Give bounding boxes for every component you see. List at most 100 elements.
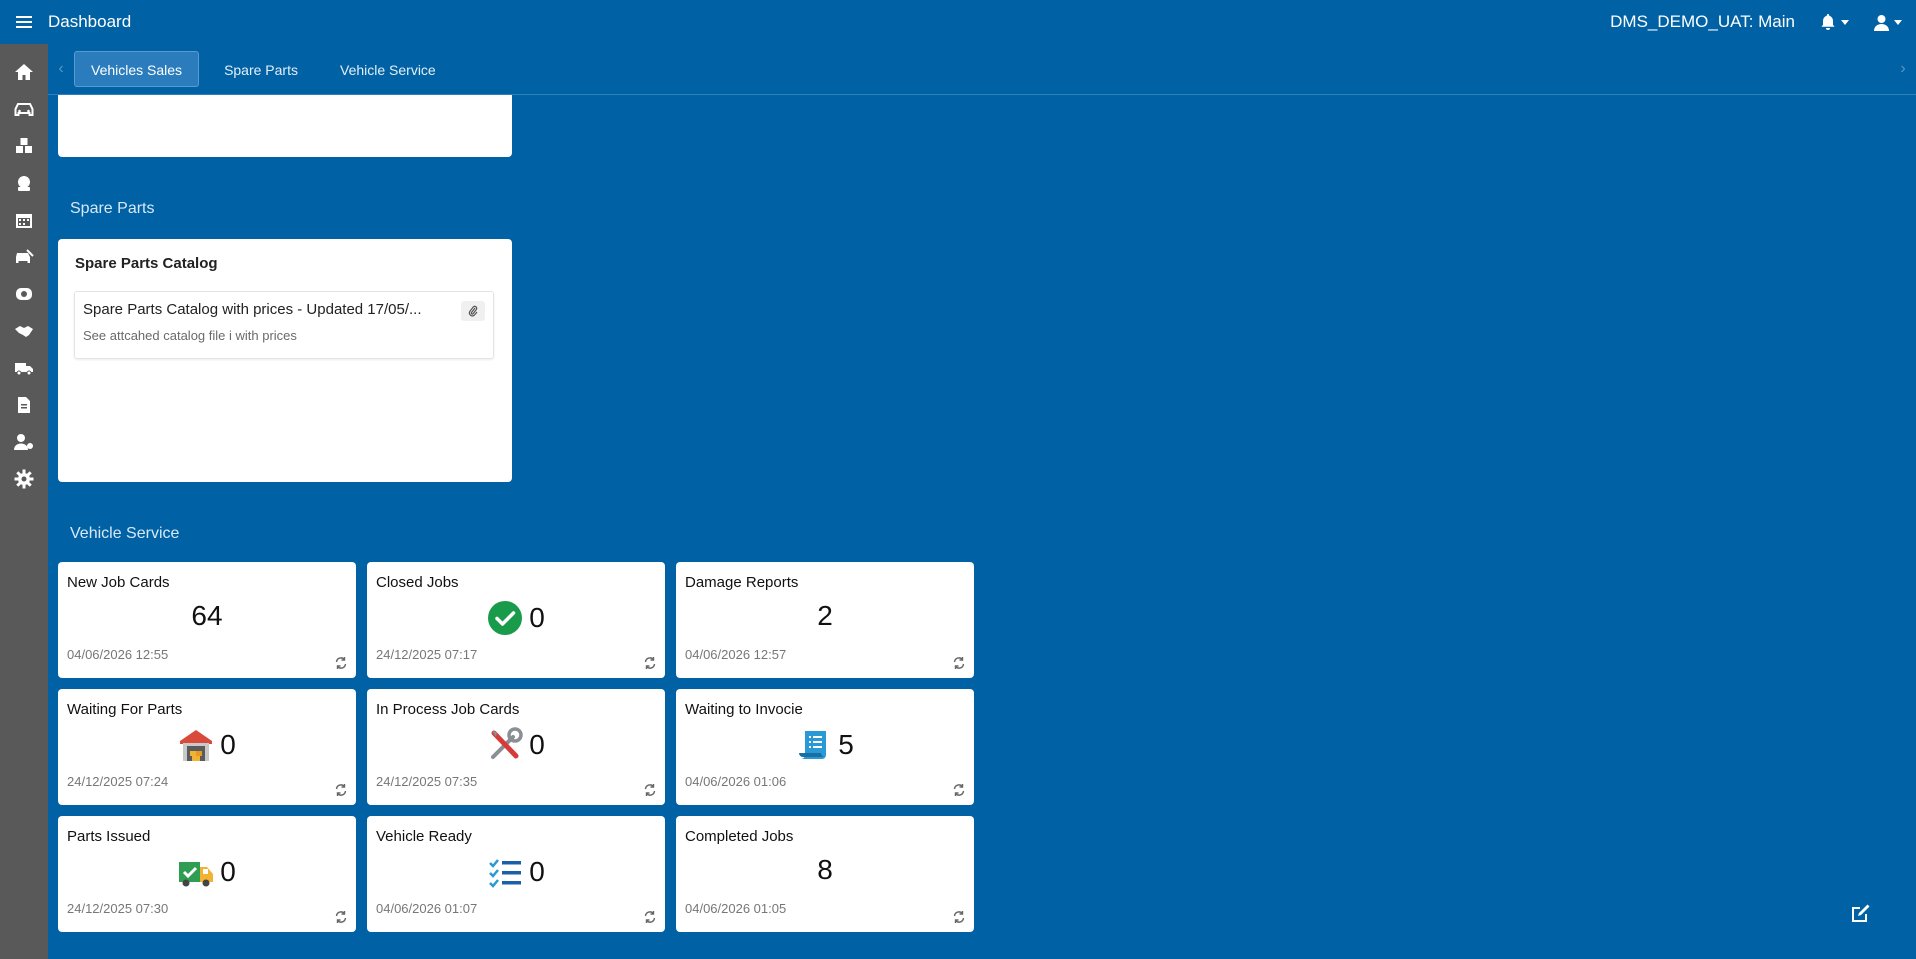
- sidebar-item-calendar[interactable]: [0, 201, 48, 238]
- kpi-title: Closed Jobs: [376, 574, 459, 591]
- kpi-updated-date: 04/06/2026 12:55: [67, 647, 169, 662]
- sidebar-item-home[interactable]: [0, 53, 48, 90]
- spare-parts-catalog-card: Spare Parts Catalog Spare Parts Catalog …: [58, 239, 512, 482]
- tab-bar: ‹ Vehicles Sales Spare Parts Vehicle Ser…: [48, 44, 1916, 95]
- check-circle-icon: [487, 600, 523, 636]
- kpi-title: Waiting to Invocie: [685, 701, 803, 718]
- kpi-card-damage-reports[interactable]: Damage Reports 2 04/06/2026 12:57: [676, 562, 974, 678]
- tools-icon: [487, 727, 523, 763]
- top-bar: Dashboard DMS_DEMO_UAT: Main: [0, 0, 1916, 44]
- kpi-value: 0: [529, 602, 545, 633]
- home-icon: [15, 63, 33, 80]
- kpi-title: Vehicle Ready: [376, 828, 472, 845]
- kpi-card-waiting-to-invoice[interactable]: Waiting to Invocie 5 04/06/2026 01:06: [676, 689, 974, 805]
- sidebar-item-vehicles[interactable]: [0, 90, 48, 127]
- kpi-value: 0: [220, 729, 236, 760]
- kpi-updated-date: 04/06/2026 12:57: [685, 647, 787, 662]
- bell-icon: [1821, 14, 1835, 30]
- menu-icon[interactable]: [0, 0, 48, 44]
- sidebar-item-users[interactable]: [0, 423, 48, 460]
- chevron-down-icon: [1894, 19, 1902, 25]
- kpi-value: 0: [529, 856, 545, 887]
- sidebar-item-tires[interactable]: [0, 275, 48, 312]
- fleet-icon: [15, 362, 33, 375]
- refresh-icon[interactable]: [643, 656, 657, 670]
- kpi-updated-date: 24/12/2025 07:35: [376, 774, 478, 789]
- vehicle-service-section-title: Vehicle Service: [70, 525, 180, 542]
- tab-scroll-left-icon[interactable]: ‹: [48, 44, 74, 95]
- kpi-card-vehicle-ready[interactable]: Vehicle Ready 0 04/06/2026 01:07: [367, 816, 665, 932]
- kpi-title: In Process Job Cards: [376, 701, 520, 718]
- document-icon: [18, 396, 30, 413]
- kpi-value: 0: [529, 729, 545, 760]
- kpi-updated-date: 04/06/2026 01:05: [685, 901, 787, 916]
- gear-icon: [14, 469, 34, 488]
- paperclip-icon: [468, 305, 478, 317]
- kpi-value: 2: [817, 600, 833, 631]
- environment-label: DMS_DEMO_UAT: Main: [1610, 12, 1795, 31]
- dashboard-content: Spare Parts Spare Parts Catalog Spare Pa…: [48, 95, 1916, 959]
- kpi-card-new-job-cards[interactable]: New Job Cards 64 04/06/2026 12:55: [58, 562, 356, 678]
- spare-parts-section-title: Spare Parts: [70, 200, 155, 217]
- refresh-icon[interactable]: [643, 910, 657, 924]
- catalog-item-title: Spare Parts Catalog with prices - Update…: [83, 301, 422, 318]
- sidebar-item-service[interactable]: [0, 164, 48, 201]
- page-title: Dashboard: [48, 12, 132, 31]
- kpi-grid: New Job Cards 64 04/06/2026 12:55 Closed…: [58, 562, 974, 932]
- kpi-card-completed-jobs[interactable]: Completed Jobs 8 04/06/2026 01:05: [676, 816, 974, 932]
- calendar-icon: [16, 213, 32, 228]
- kpi-value: 64: [191, 600, 223, 631]
- car-repair-icon: [16, 248, 34, 263]
- attachment-button[interactable]: [461, 301, 485, 321]
- tab-spare-parts[interactable]: Spare Parts: [207, 51, 315, 87]
- kpi-updated-date: 04/06/2026 01:07: [376, 901, 478, 916]
- tab-scroll-right-icon[interactable]: ›: [1890, 44, 1916, 95]
- kpi-card-waiting-for-parts[interactable]: Waiting For Parts 0 24/12/2025 07:24: [58, 689, 356, 805]
- chevron-down-icon: [1841, 19, 1849, 25]
- kpi-card-parts-issued[interactable]: Parts Issued 0 24/12/2025 07:30: [58, 816, 356, 932]
- kpi-updated-date: 24/12/2025 07:30: [67, 901, 169, 916]
- invoice-icon: [796, 727, 832, 763]
- catalog-item[interactable]: Spare Parts Catalog with prices - Update…: [74, 291, 494, 359]
- kpi-title: Completed Jobs: [685, 828, 794, 845]
- sidebar-item-fleet[interactable]: [0, 349, 48, 386]
- kpi-title: New Job Cards: [67, 574, 170, 591]
- kpi-updated-date: 24/12/2025 07:17: [376, 647, 478, 662]
- sidebar-item-parts[interactable]: [0, 127, 48, 164]
- sidebar-item-settings[interactable]: [0, 460, 48, 497]
- kpi-value: 5: [838, 729, 854, 760]
- handshake-icon: [15, 325, 33, 337]
- service-icon: [18, 175, 30, 191]
- warehouse-icon: [178, 727, 214, 763]
- refresh-icon[interactable]: [952, 910, 966, 924]
- kpi-value: 8: [817, 854, 833, 885]
- kpi-value: 0: [220, 856, 236, 887]
- sidebar: [0, 44, 48, 959]
- edit-dashboard-icon[interactable]: [1850, 902, 1872, 924]
- user-dropdown[interactable]: [1873, 14, 1902, 31]
- notifications-dropdown[interactable]: [1819, 13, 1849, 31]
- kpi-updated-date: 24/12/2025 07:24: [67, 774, 169, 789]
- refresh-icon[interactable]: [952, 656, 966, 670]
- tab-vehicle-service[interactable]: Vehicle Service: [323, 51, 453, 87]
- kpi-card-closed-jobs[interactable]: Closed Jobs 0 24/12/2025 07:17: [367, 562, 665, 678]
- refresh-icon[interactable]: [334, 656, 348, 670]
- sidebar-item-deals[interactable]: [0, 312, 48, 349]
- kpi-updated-date: 04/06/2026 01:06: [685, 774, 787, 789]
- tire-icon: [16, 287, 32, 300]
- car-icon: [14, 102, 34, 116]
- tab-vehicles-sales[interactable]: Vehicles Sales: [74, 51, 200, 87]
- kpi-title: Waiting For Parts: [67, 701, 183, 718]
- sidebar-item-documents[interactable]: [0, 386, 48, 423]
- sidebar-item-car-repair[interactable]: [0, 238, 48, 275]
- refresh-icon[interactable]: [952, 783, 966, 797]
- refresh-icon[interactable]: [334, 783, 348, 797]
- user-settings-icon: [14, 433, 33, 450]
- catalog-item-description: See attcahed catalog file i with prices: [83, 328, 297, 343]
- checklist-icon: [487, 854, 523, 890]
- refresh-icon[interactable]: [334, 910, 348, 924]
- kpi-card-in-process-job-cards[interactable]: In Process Job Cards 0 24/12/2025 07:35: [367, 689, 665, 805]
- user-icon: [1874, 14, 1889, 31]
- refresh-icon[interactable]: [643, 783, 657, 797]
- catalog-card-title: Spare Parts Catalog: [75, 255, 218, 272]
